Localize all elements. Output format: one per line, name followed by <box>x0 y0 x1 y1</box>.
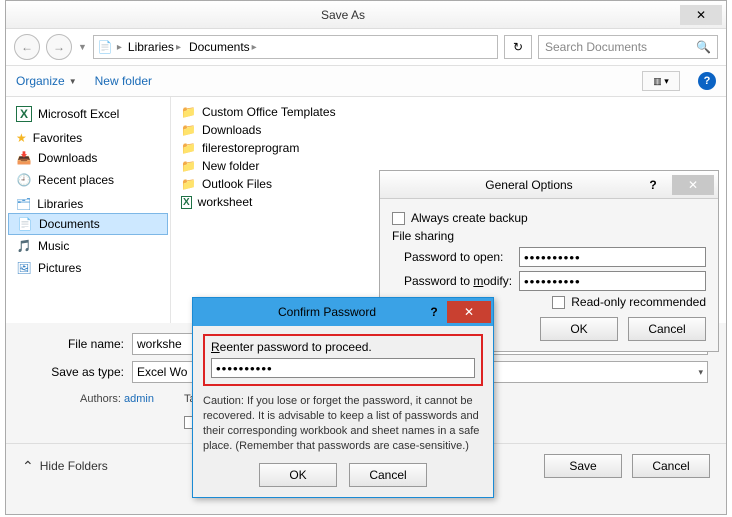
document-icon: 📄 <box>17 216 33 232</box>
reenter-label: Reenter password to proceed. <box>211 340 372 354</box>
libraries-icon: 🗂 <box>16 197 31 211</box>
chevron-right-icon[interactable]: ▸ <box>176 42 181 53</box>
titlebar: Save As ✕ <box>6 1 726 29</box>
dialog-title: General Options <box>380 178 638 192</box>
readonly-checkbox[interactable] <box>552 296 565 309</box>
help-button[interactable]: ? <box>421 305 447 319</box>
chevron-down-icon: ▼ <box>69 77 77 86</box>
window-title: Save As <box>6 8 680 22</box>
hide-folders-toggle[interactable]: ⌃Hide Folders <box>22 458 108 475</box>
reenter-password-input[interactable] <box>211 358 475 378</box>
search-placeholder: Search Documents <box>545 40 647 54</box>
organize-button[interactable]: Organize▼ <box>16 74 77 88</box>
cancel-button[interactable]: Cancel <box>349 463 427 487</box>
list-item[interactable]: 📁filerestoreprogram <box>181 139 716 157</box>
sidebar-recent-places[interactable]: 🕘Recent places <box>6 169 170 191</box>
music-icon: 🎵 <box>16 238 32 254</box>
folder-icon: 📁 <box>181 123 196 137</box>
new-folder-button[interactable]: New folder <box>95 74 152 88</box>
password-open-input[interactable] <box>519 247 706 267</box>
list-item[interactable]: 📁Custom Office Templates <box>181 103 716 121</box>
readonly-label: Read-only recommended <box>571 295 706 309</box>
close-button[interactable]: ✕ <box>680 5 722 25</box>
close-button[interactable]: ✕ <box>447 301 491 323</box>
excel-icon: X <box>181 196 192 209</box>
chevron-down-icon[interactable]: ▾ <box>698 367 703 378</box>
sidebar: XMicrosoft Excel ★Favorites 📥Downloads 🕘… <box>6 97 171 323</box>
filename-label: File name: <box>24 337 124 351</box>
folder-icon: 📄 <box>98 40 113 54</box>
password-open-label: Password to open: <box>404 250 513 264</box>
list-item[interactable]: 📁Downloads <box>181 121 716 139</box>
savetype-label: Save as type: <box>24 365 124 379</box>
folder-icon: 📥 <box>16 150 32 166</box>
folder-icon: 📁 <box>181 105 196 119</box>
folder-icon: 📁 <box>181 141 196 155</box>
nav-bar: ← → ▼ 📄 ▸ Libraries▸ Documents▸ ↻ Search… <box>6 29 726 65</box>
cancel-button[interactable]: Cancel <box>628 317 706 341</box>
help-button[interactable]: ? <box>698 72 716 90</box>
authors-label: Authors: <box>80 393 121 405</box>
cancel-button[interactable]: Cancel <box>632 454 710 478</box>
breadcrumb-libraries[interactable]: Libraries▸ <box>126 40 183 54</box>
toolbar: Organize▼ New folder ▥ ▾ ? <box>6 65 726 97</box>
caution-text: Caution: If you lose or forget the passw… <box>203 394 483 453</box>
sidebar-music[interactable]: 🎵Music <box>6 235 170 257</box>
excel-icon: X <box>16 106 32 122</box>
always-backup-label: Always create backup <box>411 211 528 225</box>
breadcrumb-documents[interactable]: Documents▸ <box>187 40 259 54</box>
dialog-titlebar: General Options ? ✕ <box>380 171 718 199</box>
help-button[interactable]: ? <box>638 178 668 192</box>
sidebar-documents[interactable]: 📄Documents <box>8 213 168 235</box>
sidebar-pictures[interactable]: 🖼Pictures <box>6 257 170 279</box>
recent-icon: 🕘 <box>16 172 32 188</box>
back-button[interactable]: ← <box>14 34 40 60</box>
sidebar-downloads[interactable]: 📥Downloads <box>6 147 170 169</box>
password-modify-label: Password to modify: <box>404 274 513 288</box>
authors-value[interactable]: admin <box>124 393 154 405</box>
star-icon: ★ <box>16 131 27 145</box>
chevron-right-icon[interactable]: ▸ <box>117 42 122 53</box>
ok-button[interactable]: OK <box>540 317 618 341</box>
dialog-title: Confirm Password <box>193 305 421 319</box>
file-sharing-label: File sharing <box>392 229 706 243</box>
sidebar-microsoft-excel[interactable]: XMicrosoft Excel <box>6 103 170 125</box>
search-input[interactable]: Search Documents 🔍 <box>538 35 718 59</box>
reenter-password-group: Reenter password to proceed. <box>203 334 483 386</box>
view-options-button[interactable]: ▥ ▾ <box>642 71 680 91</box>
pictures-icon: 🖼 <box>16 260 32 276</box>
search-icon: 🔍 <box>696 40 711 54</box>
ok-button[interactable]: OK <box>259 463 337 487</box>
breadcrumb-bar[interactable]: 📄 ▸ Libraries▸ Documents▸ <box>93 35 498 59</box>
folder-icon: 📁 <box>181 177 196 191</box>
close-button[interactable]: ✕ <box>672 175 714 195</box>
sidebar-libraries-group[interactable]: 🗂Libraries <box>6 191 170 213</box>
forward-button[interactable]: → <box>46 34 72 60</box>
confirm-password-dialog: Confirm Password ? ✕ Reenter password to… <box>192 297 494 498</box>
refresh-button[interactable]: ↻ <box>504 35 532 59</box>
password-modify-input[interactable] <box>519 271 706 291</box>
folder-icon: 📁 <box>181 159 196 173</box>
chevron-up-icon: ⌃ <box>22 458 34 475</box>
dialog-titlebar: Confirm Password ? ✕ <box>193 298 493 326</box>
recent-dropdown-icon[interactable]: ▼ <box>78 42 87 52</box>
always-backup-checkbox[interactable] <box>392 212 405 225</box>
sidebar-favorites-group[interactable]: ★Favorites <box>6 125 170 147</box>
save-button[interactable]: Save <box>544 454 622 478</box>
chevron-right-icon[interactable]: ▸ <box>252 42 257 53</box>
